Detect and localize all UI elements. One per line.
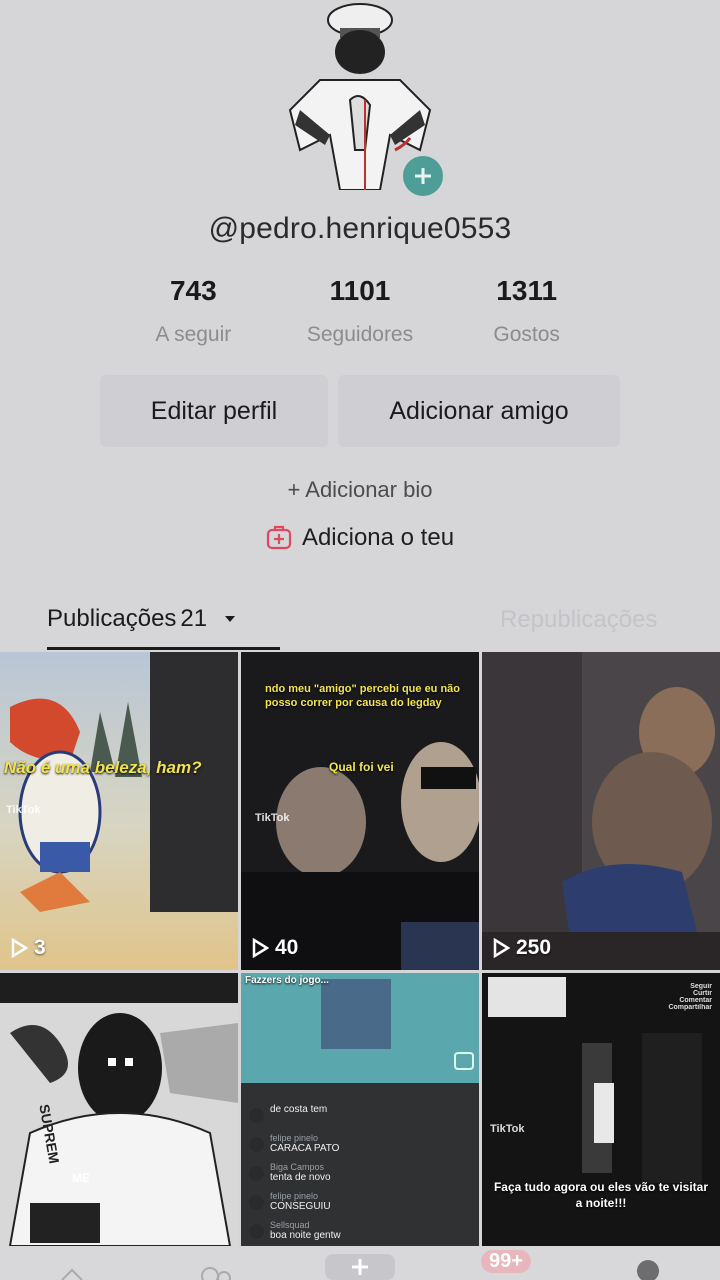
view-count: 40 <box>251 936 298 960</box>
bottom-nav: 99+ <box>0 1246 720 1280</box>
stat-label: Gostos <box>493 323 560 346</box>
nav-inbox[interactable]: 99+ <box>469 1246 539 1280</box>
tab-posts[interactable]: Publicações 21 <box>47 590 280 650</box>
stat-label: A seguir <box>155 323 232 346</box>
comment-item: Sellsquad boa noite gentw <box>241 1217 479 1246</box>
caret-down-icon <box>225 615 236 622</box>
video-caption-mid: Qual foi vei <box>329 760 394 774</box>
video-tile[interactable]: Fazzers do jogo... de costa tem felipe p… <box>241 973 479 1246</box>
stat-label: Seguidores <box>306 323 414 346</box>
comment-avatar <box>249 1224 264 1239</box>
video-thumbnail <box>0 973 238 1246</box>
comment-avatar <box>249 1195 264 1210</box>
view-count: 3 <box>10 936 46 960</box>
side-menu-item: Curtir <box>692 990 712 997</box>
comment-avatar <box>249 1108 264 1123</box>
comment-text: de costa tem <box>270 1104 328 1115</box>
video-tile[interactable]: 250 <box>482 652 720 970</box>
home-icon <box>61 1268 83 1280</box>
comment-item: felipe pinelo CARACA PATO <box>241 1130 479 1159</box>
stat-followers[interactable]: 1101 Seguidores <box>277 275 444 347</box>
profile-actions: Editar perfil Adicionar amigo <box>100 375 620 447</box>
video-subtext: ME <box>72 1171 90 1185</box>
comment-text: CARACA PATO <box>270 1143 340 1154</box>
video-header: Fazzers do jogo... <box>245 975 329 986</box>
side-menu-item: Compartilhar <box>668 1004 712 1011</box>
video-caption-top: ndo meu "amigo" percebi que eu não posso… <box>265 683 461 709</box>
edit-profile-button[interactable]: Editar perfil <box>100 375 328 447</box>
create-button <box>325 1254 395 1280</box>
side-menu: Seguir Curtir Comentar Compartilhar <box>668 983 712 1011</box>
view-count-value: 250 <box>516 936 552 959</box>
friends-icon <box>201 1267 231 1280</box>
comment-avatar <box>249 1166 264 1181</box>
add-link-button[interactable]: Adiciona o teu <box>0 524 720 552</box>
tab-posts-count: 21 <box>180 604 208 632</box>
play-icon <box>11 938 28 958</box>
comment-text: boa noite gentw <box>270 1230 341 1241</box>
play-icon <box>252 938 269 958</box>
stat-likes[interactable]: 1311 Gostos <box>443 275 610 347</box>
nav-home[interactable] <box>37 1246 107 1280</box>
stat-value: 1311 <box>496 275 558 306</box>
view-count-value: 40 <box>275 936 299 959</box>
video-caption: Faça tudo agora ou eles vão te visitar a… <box>493 1180 709 1210</box>
side-menu-item: Comentar <box>679 997 712 1004</box>
plus-square-icon <box>266 525 292 550</box>
comment-list: de costa tem felipe pinelo CARACA PATO B… <box>241 1101 479 1246</box>
stat-value: 743 <box>169 275 217 306</box>
view-count: 250 <box>492 936 551 960</box>
avatar-container <box>270 0 450 199</box>
plus-icon <box>415 168 431 184</box>
comment-item: Biga Campos tenta de novo <box>241 1159 479 1188</box>
tiktok-watermark: TikTok <box>490 1123 525 1135</box>
comment-item: de costa tem <box>241 1101 479 1130</box>
video-tile[interactable]: Não é uma beleza, ham? TikTok 3 <box>0 652 238 970</box>
view-count-value: 3 <box>34 936 46 959</box>
profile-avatar-icon <box>637 1260 659 1280</box>
comment-avatar <box>249 1137 264 1152</box>
nav-create[interactable] <box>325 1246 395 1280</box>
comment-name: felipe pinelo <box>270 1133 319 1143</box>
tiktok-watermark: TikTok <box>6 804 41 816</box>
stats-row: 743 A seguir 1101 Seguidores 1311 Gostos <box>110 275 610 347</box>
notification-badge: 99+ <box>481 1250 531 1273</box>
stat-following[interactable]: 743 A seguir <box>110 275 277 347</box>
comment-name: felipe pinelo <box>270 1191 319 1201</box>
video-caption: Não é uma beleza, ham? <box>4 758 202 777</box>
video-tile[interactable]: ndo meu "amigo" percebi que eu não posso… <box>241 652 479 970</box>
profile-screen: @pedro.henrique0553 743 A seguir 1101 Se… <box>0 0 720 1280</box>
comment-name: Biga Campos <box>270 1162 325 1172</box>
comment-text: tenta de novo <box>270 1172 331 1183</box>
add-avatar-button[interactable] <box>400 153 446 199</box>
nav-friends[interactable] <box>181 1246 251 1280</box>
comment-name: Sellsquad <box>270 1220 310 1230</box>
tab-posts-label: Publicações <box>47 604 177 632</box>
content-tabs: Publicações 21 Republicações <box>0 590 720 650</box>
nav-profile[interactable] <box>613 1246 683 1280</box>
add-bio-button[interactable]: + Adicionar bio <box>0 477 720 503</box>
tab-reposts[interactable]: Republicações <box>500 590 720 650</box>
username: @pedro.henrique0553 <box>208 212 512 245</box>
tiktok-watermark: TikTok <box>255 812 290 824</box>
add-link-label: Adiciona o teu <box>301 524 455 551</box>
plus-icon <box>352 1259 368 1275</box>
stat-value: 1101 <box>329 275 391 306</box>
video-tile[interactable]: SUPREM ME <box>0 973 238 1246</box>
video-thumbnail <box>482 652 720 970</box>
comment-item: felipe pinelo CONSEGUIU <box>241 1188 479 1217</box>
add-friend-button[interactable]: Adicionar amigo <box>338 375 620 447</box>
play-icon <box>493 938 510 958</box>
side-menu-item: Seguir <box>690 983 712 990</box>
comment-text: CONSEGUIU <box>270 1201 331 1212</box>
video-tile[interactable]: Seguir Curtir Comentar Compartilhar TikT… <box>482 973 720 1246</box>
video-grid: Não é uma beleza, ham? TikTok 3 ndo meu … <box>0 652 720 1246</box>
